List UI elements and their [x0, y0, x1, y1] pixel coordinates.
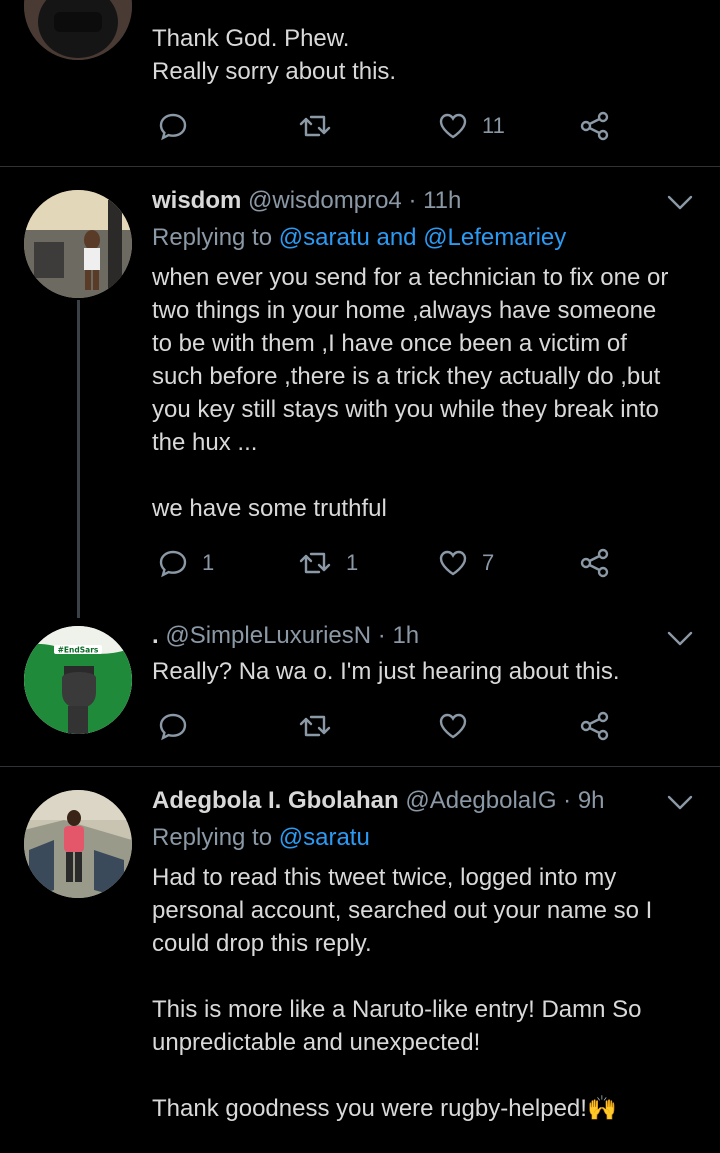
tweet-text-line: Really sorry about this.: [152, 58, 397, 85]
reply-icon: [159, 550, 187, 578]
chevron-down-icon[interactable]: [666, 194, 694, 212]
like-count: 11: [482, 113, 505, 138]
like-button[interactable]: [438, 708, 468, 744]
reply-count: 1: [202, 550, 215, 575]
share-button[interactable]: [580, 708, 610, 744]
timestamp: · 9h: [563, 787, 605, 814]
replying-to: Replying to @saratu and @Lefemariey: [152, 224, 566, 252]
replying-to-prefix: Replying to: [152, 824, 279, 851]
tweet-text-line: Had to read this tweet twice, logged int…: [152, 864, 617, 891]
tweet-text-line: when ever you send for a technician to f…: [152, 264, 669, 291]
replying-to-link[interactable]: @saratu: [279, 824, 370, 851]
replying-to-prefix: Replying to: [152, 224, 279, 251]
tweet-text-line: unpredictable and unexpected!: [152, 1029, 481, 1056]
tweet-header: . @SimpleLuxuriesN · 1h: [152, 622, 419, 650]
retweet-icon: [299, 115, 331, 137]
share-icon: [580, 548, 609, 578]
chevron-down-icon[interactable]: [666, 794, 694, 812]
replying-to-link[interactable]: @saratu and @Lefemariey: [279, 224, 567, 251]
share-icon: [580, 711, 609, 741]
divider: [0, 166, 720, 167]
replying-to: Replying to @saratu: [152, 824, 370, 852]
tweet-text-line: we have some truthful: [152, 495, 387, 522]
display-name[interactable]: .: [152, 622, 159, 649]
tweet-text-line: to be with them ,I have once been a vict…: [152, 330, 627, 357]
retweet-button[interactable]: [298, 108, 346, 144]
avatar-hashtag: #EndSars: [58, 646, 99, 655]
handle[interactable]: @wisdompro4: [248, 187, 402, 214]
chevron-down-icon[interactable]: [666, 630, 694, 648]
tweet-text-line: you key still stays with you while they …: [152, 396, 659, 423]
share-button[interactable]: [580, 545, 610, 581]
share-button[interactable]: [580, 108, 610, 144]
avatar[interactable]: #EndSars: [24, 626, 132, 734]
heart-icon: [439, 113, 467, 139]
tweet-text-line: the hux ...: [152, 429, 258, 456]
reply-button[interactable]: [158, 108, 202, 144]
timestamp: · 1h: [377, 622, 420, 649]
like-count: 7: [482, 550, 495, 575]
tweet-text-line: personal account, searched out your name…: [152, 897, 653, 924]
handle[interactable]: @SimpleLuxuriesN: [165, 622, 371, 649]
tweet-text-line: such before ,there is a trick they actua…: [152, 363, 661, 390]
reply-icon: [159, 113, 187, 141]
heart-icon: [439, 713, 467, 739]
divider: [0, 766, 720, 767]
tweet-header: Adegbola I. Gbolahan @AdegbolaIG · 9h: [152, 787, 605, 815]
like-button[interactable]: 7: [438, 545, 494, 581]
avatar[interactable]: [24, 790, 132, 898]
retweet-count: 1: [346, 550, 359, 575]
retweet-icon: [299, 715, 331, 737]
tweet-header: wisdom @wisdompro4 · 11h: [152, 187, 461, 215]
like-button[interactable]: 11: [438, 108, 505, 144]
tweet-text-line: Thank goodness you were rugby-helped!🙌: [152, 1095, 617, 1122]
heart-icon: [439, 550, 467, 576]
thread-line: [77, 300, 80, 618]
retweet-button[interactable]: [298, 708, 332, 744]
avatar[interactable]: [24, 190, 132, 298]
retweet-icon: [299, 552, 331, 574]
handle[interactable]: @AdegbolaIG: [405, 787, 556, 814]
reply-icon: [159, 713, 187, 741]
tweet-text-line: Thank God. Phew.: [152, 25, 350, 52]
display-name[interactable]: wisdom: [152, 187, 241, 214]
tweet-text-line: Really? Na wa o. I'm just hearing about …: [152, 658, 620, 685]
reply-button[interactable]: 1: [158, 545, 214, 581]
display-name[interactable]: Adegbola I. Gbolahan: [152, 787, 399, 814]
tweet-text-line: could drop this reply.: [152, 930, 372, 957]
avatar[interactable]: [24, 0, 132, 60]
timestamp: · 11h: [408, 187, 462, 214]
retweet-button[interactable]: 1: [298, 545, 358, 581]
share-icon: [580, 111, 609, 141]
tweet-text-line: This is more like a Naruto-like entry! D…: [152, 996, 642, 1023]
tweet-text-line: two things in your home ,always have som…: [152, 297, 657, 324]
reply-button[interactable]: [158, 708, 188, 744]
